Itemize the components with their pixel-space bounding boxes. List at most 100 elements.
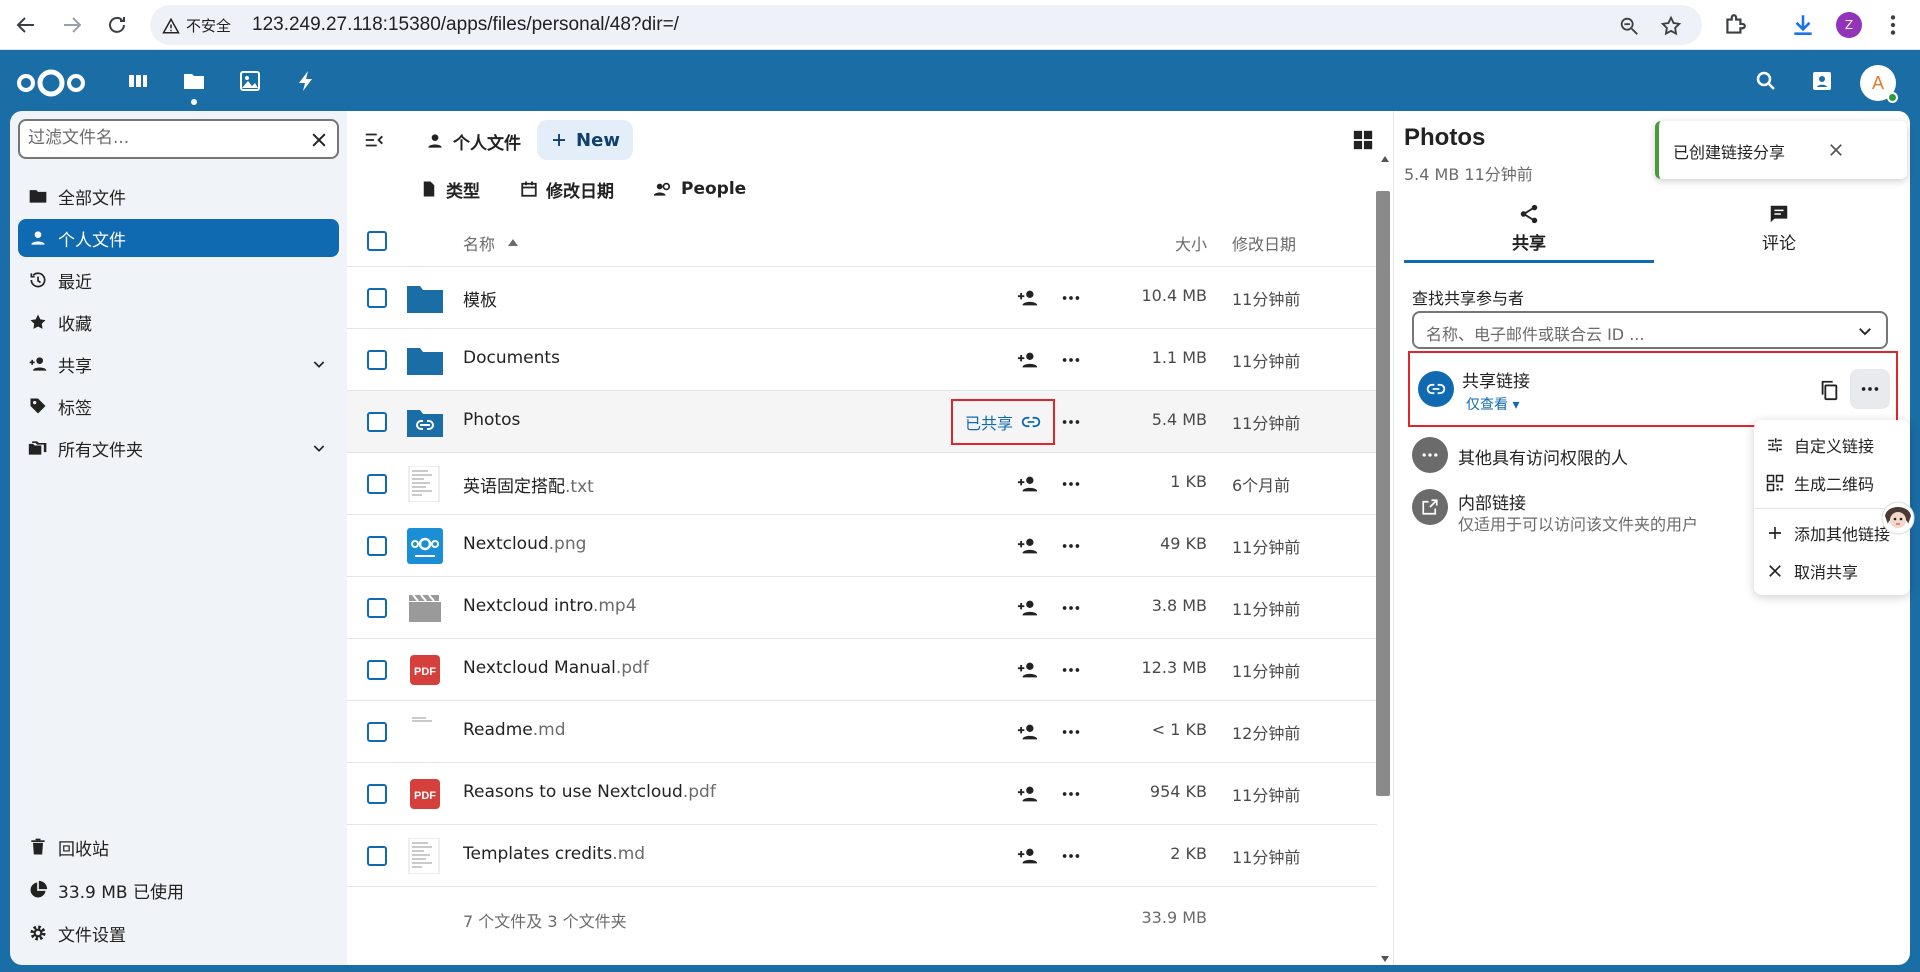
file-name[interactable]: Nextcloud.png [463, 534, 586, 554]
scroll-up-icon[interactable] [1380, 155, 1390, 163]
sort-ascending-icon[interactable] [507, 237, 519, 247]
column-modified-header[interactable]: 修改日期 [1232, 231, 1296, 255]
tab-sharing[interactable]: 共享 [1404, 203, 1654, 263]
share-user-icon[interactable] [1017, 845, 1039, 867]
scroll-down-icon[interactable] [1380, 955, 1390, 963]
nav-all-files[interactable]: 全部文件 [18, 177, 339, 215]
table-row[interactable]: Readme.md < 1 KB 12分钟前 [347, 701, 1377, 763]
share-user-icon[interactable] [1017, 287, 1039, 309]
row-checkbox[interactable] [367, 474, 387, 494]
row-checkbox[interactable] [367, 598, 387, 618]
file-name[interactable]: Nextcloud Manual.pdf [463, 658, 649, 678]
clear-filter-icon[interactable] [309, 130, 329, 150]
file-name[interactable]: 英语固定搭配.txt [463, 472, 594, 497]
address-bar[interactable]: 不安全 123.249.27.118:15380/apps/files/pers… [150, 5, 1702, 45]
more-actions-icon[interactable] [1060, 597, 1082, 619]
share-user-icon[interactable] [1017, 597, 1039, 619]
back-icon[interactable] [14, 13, 38, 37]
share-search-input[interactable]: 名称、电子邮件或联合云 ID ... [1412, 311, 1888, 349]
storage-usage[interactable]: 33.9 MB 已使用 [18, 871, 339, 909]
filter-type[interactable]: 类型 [420, 173, 480, 205]
forward-icon[interactable] [60, 13, 84, 37]
row-checkbox[interactable] [367, 784, 387, 804]
share-user-icon[interactable] [1017, 473, 1039, 495]
filter-modified[interactable]: 修改日期 [520, 173, 614, 205]
share-link-entry[interactable]: 共享链接 仅查看 ▾ [1408, 351, 1898, 427]
table-row[interactable]: Templates credits.md 2 KB 11分钟前 [347, 825, 1377, 887]
row-checkbox[interactable] [367, 536, 387, 556]
table-row[interactable]: Nextcloud.png 49 KB 11分钟前 [347, 515, 1377, 577]
file-name[interactable]: Reasons to use Nextcloud.pdf [463, 782, 716, 802]
more-actions-icon[interactable] [1060, 535, 1082, 557]
table-row[interactable]: Photos 已共享 5.4 MB 11分钟前 [347, 391, 1377, 453]
nav-tags[interactable]: 标签 [18, 387, 339, 425]
file-name[interactable]: Readme.md [463, 720, 566, 740]
nav-recent[interactable]: 最近 [18, 261, 339, 299]
table-row[interactable]: 模板 10.4 MB 11分钟前 [347, 267, 1377, 329]
more-actions-icon[interactable] [1060, 659, 1082, 681]
table-row[interactable]: PDF Reasons to use Nextcloud.pdf 954 KB … [347, 763, 1377, 825]
share-permission-dropdown[interactable]: 仅查看 ▾ [1466, 394, 1519, 414]
photos-app-icon[interactable] [238, 69, 262, 93]
nextcloud-logo[interactable] [16, 68, 86, 98]
file-name[interactable]: 模板 [463, 286, 497, 311]
share-user-icon[interactable] [1017, 535, 1039, 557]
shared-status-button[interactable]: 已共享 [951, 399, 1055, 445]
chevron-down-icon[interactable] [311, 356, 327, 372]
dashboard-icon[interactable] [126, 69, 150, 93]
breadcrumb-personal-files[interactable]: 个人文件 [425, 123, 521, 159]
share-user-icon[interactable] [1017, 349, 1039, 371]
activity-app-icon[interactable] [294, 69, 318, 93]
more-actions-icon[interactable] [1060, 721, 1082, 743]
share-user-icon[interactable] [1017, 783, 1039, 805]
files-app-icon[interactable] [182, 69, 206, 105]
table-row[interactable]: Documents 1.1 MB 11分钟前 [347, 329, 1377, 391]
grid-view-icon[interactable] [1352, 129, 1374, 151]
browser-profile-avatar[interactable]: Z [1836, 12, 1862, 38]
file-name[interactable]: Documents [463, 348, 560, 368]
scrollbar-thumb[interactable] [1376, 191, 1390, 796]
copy-icon[interactable] [1818, 379, 1840, 401]
nav-shares[interactable]: 共享 [18, 345, 339, 383]
zoom-icon[interactable] [1618, 15, 1640, 37]
row-checkbox[interactable] [367, 846, 387, 866]
url-text[interactable]: 123.249.27.118:15380/apps/files/personal… [252, 14, 679, 36]
column-name-header[interactable]: 名称 [463, 231, 495, 255]
assistant-avatar-icon[interactable] [1880, 500, 1916, 540]
download-icon[interactable] [1790, 12, 1816, 38]
menu-item-customize-link[interactable]: 自定义链接 [1754, 426, 1910, 464]
close-icon[interactable] [1827, 141, 1845, 159]
menu-item-unshare[interactable]: 取消共享 [1754, 552, 1910, 590]
chevron-down-icon[interactable] [1856, 322, 1874, 340]
row-checkbox[interactable] [367, 412, 387, 432]
filter-people[interactable]: People [653, 173, 746, 205]
reload-icon[interactable] [105, 13, 129, 37]
file-name[interactable]: Nextcloud intro.mp4 [463, 596, 637, 616]
security-warning[interactable]: 不安全 [162, 15, 231, 36]
row-checkbox[interactable] [367, 288, 387, 308]
share-user-icon[interactable] [1017, 721, 1039, 743]
table-row[interactable]: PDF Nextcloud Manual.pdf 12.3 MB 11分钟前 [347, 639, 1377, 701]
browser-menu-icon[interactable] [1880, 12, 1906, 38]
table-row[interactable]: 英语固定搭配.txt 1 KB 6个月前 [347, 453, 1377, 515]
nav-trashbin[interactable]: 回收站 [18, 828, 339, 866]
nav-favorites[interactable]: 收藏 [18, 303, 339, 341]
more-actions-icon[interactable] [1060, 845, 1082, 867]
file-name[interactable]: Templates credits.md [463, 844, 645, 864]
chevron-down-icon[interactable] [311, 440, 327, 456]
row-checkbox[interactable] [367, 722, 387, 742]
more-actions-icon[interactable] [1060, 473, 1082, 495]
row-checkbox[interactable] [367, 660, 387, 680]
more-actions-icon[interactable] [1060, 411, 1082, 433]
extensions-icon[interactable] [1722, 12, 1748, 38]
table-row[interactable]: Nextcloud intro.mp4 3.8 MB 11分钟前 [347, 577, 1377, 639]
more-actions-icon[interactable] [1060, 783, 1082, 805]
new-button[interactable]: New [537, 120, 633, 160]
bookmark-star-icon[interactable] [1660, 15, 1682, 37]
menu-item-qr-code[interactable]: 生成二维码 [1754, 464, 1910, 502]
share-user-icon[interactable] [1017, 659, 1039, 681]
more-actions-icon[interactable] [1060, 349, 1082, 371]
more-actions-icon[interactable] [1060, 287, 1082, 309]
nav-all-folders[interactable]: 所有文件夹 [18, 429, 339, 467]
column-size-header[interactable]: 大小 [1175, 231, 1207, 255]
